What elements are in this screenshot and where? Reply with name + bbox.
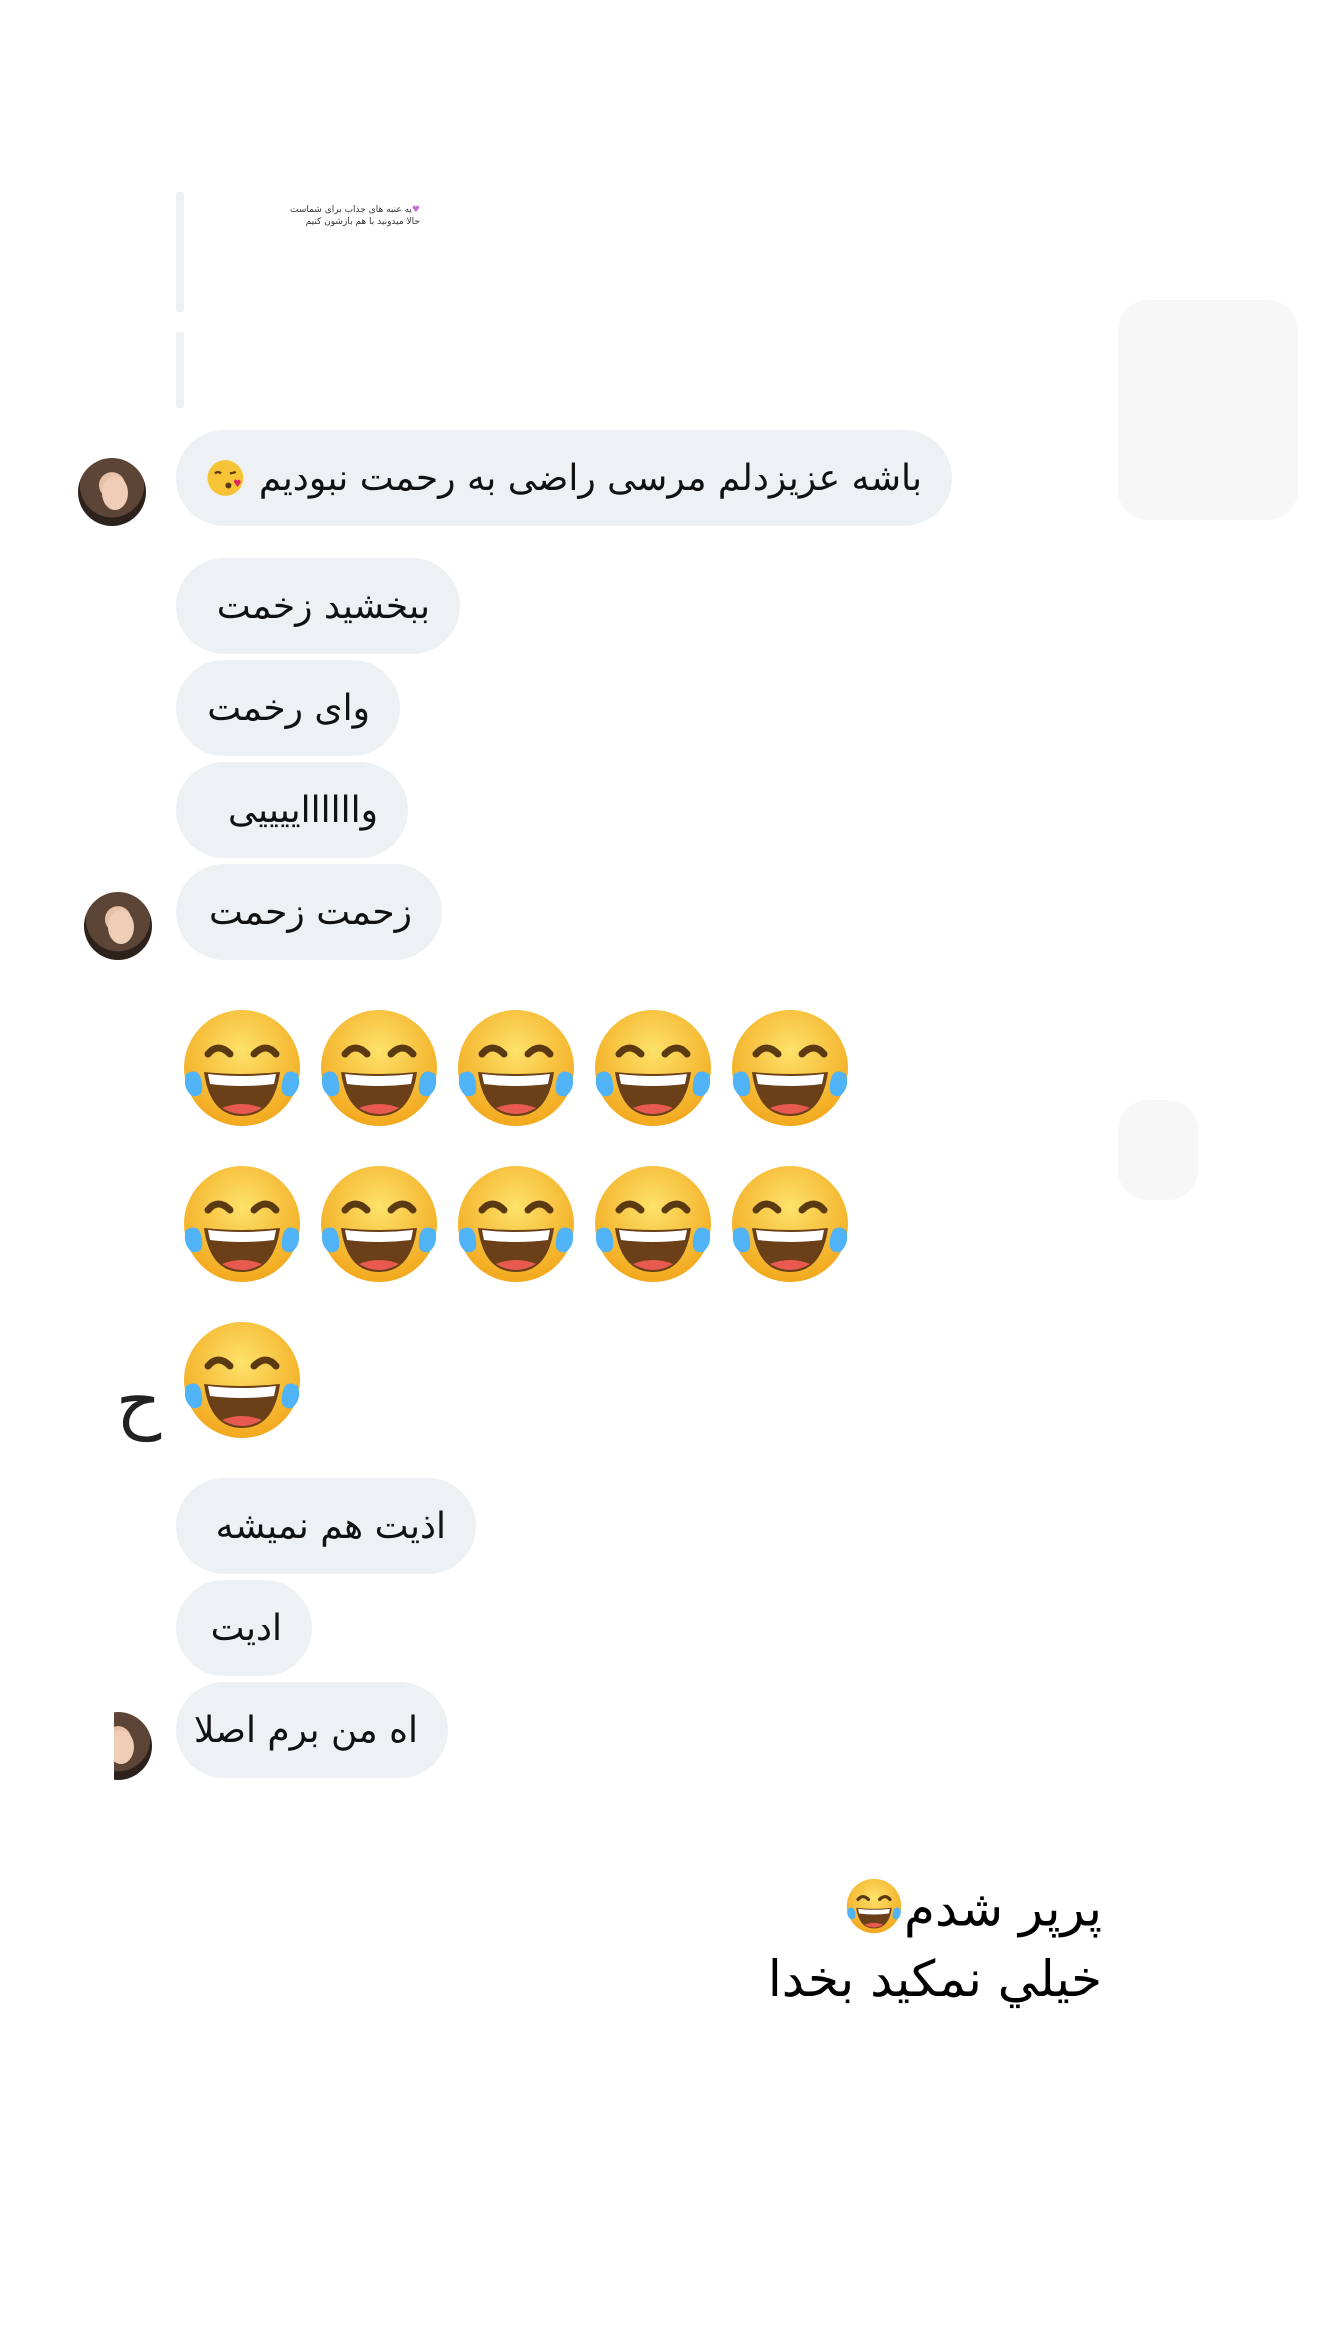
avatar[interactable] — [84, 892, 152, 960]
tears-of-joy-emoji-icon — [452, 1004, 580, 1132]
message-text: اه من برم اصلا — [193, 1709, 418, 1751]
message-bubble[interactable]: وااااااییییی — [176, 762, 408, 858]
message-bubble[interactable]: اه من برم اصلا — [176, 1682, 448, 1778]
message-bubble[interactable]: ببخشید زخمت — [176, 558, 460, 654]
message-text: وااااااییییی — [227, 789, 378, 831]
partial-text-glyph: ح — [116, 1360, 162, 1442]
background-ghost-shape — [1118, 300, 1298, 520]
avatar[interactable] — [114, 1712, 152, 1780]
message-text: زحمت زحمت — [208, 891, 412, 933]
background-ghost-shape — [1118, 1100, 1198, 1200]
message-text: اذیت هم نمیشه — [215, 1505, 446, 1547]
message-text: ادیت — [210, 1607, 282, 1649]
message-bubble[interactable]: باشه عزیزدلم مرسی راضی به رحمت نبودیم — [176, 430, 952, 526]
reply-indicator-bar — [176, 332, 184, 408]
tears-of-joy-emoji-icon — [178, 1160, 306, 1288]
message-text: وای رخمت — [207, 687, 370, 729]
message-bubble[interactable]: ادیت — [176, 1580, 312, 1676]
tears-of-joy-emoji-icon — [178, 1004, 306, 1132]
reply-indicator-bar — [176, 192, 184, 312]
tears-of-joy-emoji-icon — [315, 1004, 443, 1132]
message-text: باشه عزیزدلم مرسی راضی به رحمت نبودیم — [258, 457, 922, 499]
caption-line-2: خيلي نمكيد بخدا — [767, 1950, 1102, 2008]
tears-of-joy-emoji-icon — [452, 1160, 580, 1288]
tears-of-joy-emoji-icon — [589, 1004, 717, 1132]
message-bubble[interactable]: زحمت زحمت — [176, 864, 442, 960]
message-text: ببخشید زخمت — [216, 585, 430, 627]
heart-emoji-icon: ♥ — [411, 205, 420, 215]
tears-of-joy-emoji-icon — [178, 1316, 306, 1444]
message-bubble[interactable]: اذیت هم نمیشه — [176, 1478, 476, 1574]
tears-of-joy-emoji-icon — [726, 1004, 854, 1132]
caption-line-1: پرپر شدم — [844, 1876, 1102, 1948]
tears-of-joy-emoji-icon — [844, 1876, 904, 1948]
tears-of-joy-emoji-icon — [315, 1160, 443, 1288]
quoted-story-preview[interactable]: ♥یه عنبه های جذاب برای شماست حالا میدونی… — [290, 204, 420, 228]
tears-of-joy-emoji-icon — [589, 1160, 717, 1288]
quoted-line-2: حالا میدونید با هم بازشون کنیم — [305, 217, 420, 227]
avatar[interactable] — [78, 458, 146, 526]
message-bubble[interactable]: وای رخمت — [176, 660, 400, 756]
quoted-line-1: یه عنبه های جذاب برای شماست — [289, 205, 412, 215]
tears-of-joy-emoji-icon — [726, 1160, 854, 1288]
kissing-face-emoji-icon — [207, 460, 244, 496]
